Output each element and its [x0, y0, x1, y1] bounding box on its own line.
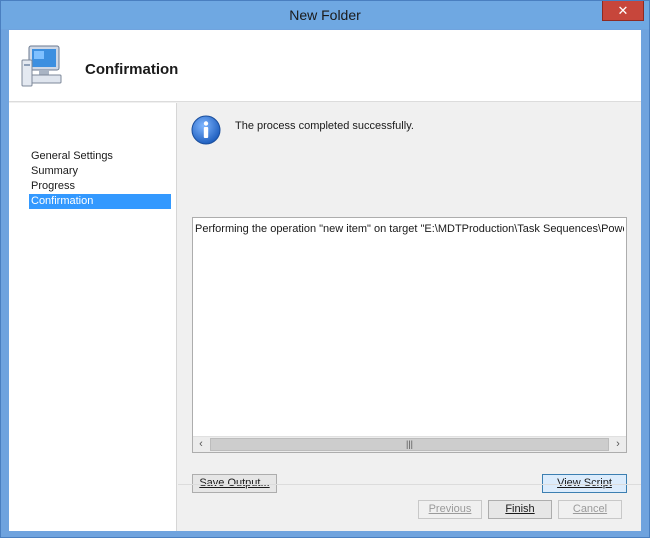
status-message: The process completed successfully.	[235, 120, 414, 132]
cancel-label: Cancel	[572, 503, 608, 515]
sidebar-item-summary[interactable]: Summary	[29, 164, 171, 179]
output-text[interactable]: Performing the operation "new item" on t…	[195, 223, 624, 235]
previous-label: Previous	[428, 503, 472, 515]
horizontal-scrollbar[interactable]: ‹ ||| ›	[193, 436, 626, 452]
dialog-window: New Folder ✕ Confirmation General Settin…	[0, 0, 650, 538]
main-panel: The process completed successfully. Perf…	[178, 103, 641, 531]
window-title: New Folder	[289, 7, 361, 23]
footer-divider	[178, 484, 641, 485]
wizard-header: Confirmation	[9, 30, 641, 102]
cancel-button[interactable]: Cancel	[558, 500, 622, 519]
dialog-client: Confirmation General Settings Summary Pr…	[9, 30, 641, 531]
page-title: Confirmation	[85, 61, 179, 78]
close-icon: ✕	[617, 3, 629, 18]
view-script-label: View Script	[557, 477, 612, 489]
scroll-left-arrow-icon[interactable]: ‹	[193, 437, 209, 452]
finish-label: Finish	[505, 503, 535, 515]
sidebar-item-confirmation[interactable]: Confirmation	[29, 194, 171, 209]
scrollbar-grip-icon: |||	[405, 439, 413, 449]
computer-wizard-icon	[21, 45, 62, 87]
close-button[interactable]: ✕	[602, 1, 644, 21]
output-textbox[interactable]: Performing the operation "new item" on t…	[192, 217, 627, 453]
sidebar-item-progress[interactable]: Progress	[29, 179, 171, 194]
finish-button[interactable]: Finish	[488, 500, 552, 519]
previous-button[interactable]: Previous	[418, 500, 482, 519]
save-output-label: Save Output...	[199, 477, 270, 489]
scrollbar-thumb[interactable]: |||	[210, 438, 609, 451]
scroll-right-arrow-icon[interactable]: ›	[610, 437, 626, 452]
info-icon	[191, 115, 221, 145]
sidebar-item-general-settings[interactable]: General Settings	[29, 149, 171, 164]
title-bar[interactable]: New Folder ✕	[1, 1, 649, 29]
wizard-steps-sidebar: General Settings Summary Progress Confir…	[9, 103, 177, 531]
